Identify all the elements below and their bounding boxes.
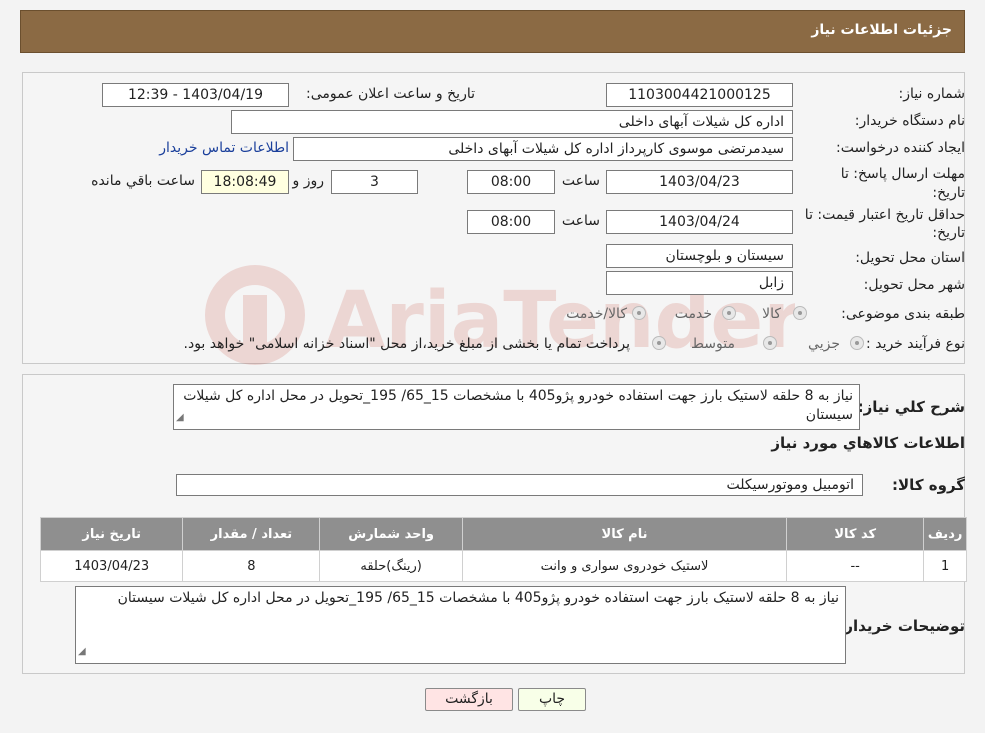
buyer-org-label: نام دستگاه خریدار: bbox=[854, 113, 965, 129]
deadline-date-field[interactable]: 1403/04/23 bbox=[606, 170, 793, 194]
category-option-goods-service: کالا/خدمت bbox=[566, 306, 627, 322]
need-number-field[interactable]: 1103004421000125 bbox=[606, 83, 793, 107]
cell-code: -- bbox=[786, 550, 925, 582]
price-valid-date-field[interactable]: 1403/04/24 bbox=[606, 210, 793, 234]
price-valid-time-field[interactable]: 08:00 bbox=[467, 210, 555, 234]
deadline-time-label: ساعت bbox=[561, 173, 600, 189]
deadline-label: مهلت ارسال پاسخ: تا bbox=[840, 166, 965, 182]
remaining-time-field: 18:08:49 bbox=[201, 170, 289, 194]
creator-field[interactable]: سیدمرتضی موسوی کارپرداز اداره کل شیلات آ… bbox=[293, 137, 793, 161]
category-option-service: خدمت bbox=[674, 306, 712, 322]
days-field[interactable]: 3 bbox=[331, 170, 418, 194]
category-radio-goods[interactable] bbox=[793, 306, 807, 320]
cell-quantity: 8 bbox=[182, 550, 321, 582]
category-radio-service[interactable] bbox=[722, 306, 736, 320]
buyer-notes-textarea[interactable]: نیاز به 8 حلقه لاستیک بارز جهت استفاده خ… bbox=[75, 586, 846, 664]
process-option-minor: جزیي bbox=[808, 336, 840, 352]
need-summary-label: شرح کلي نياز: bbox=[857, 398, 965, 416]
cell-unit: (رينگ)حلقه bbox=[319, 550, 463, 582]
buyer-contact-link[interactable]: اطلاعات تماس خریدار bbox=[159, 140, 289, 156]
col-date: تاریخ نیاز bbox=[39, 517, 184, 551]
payment-note: پرداخت تمام یا بخشی از مبلغ خرید،از محل … bbox=[183, 336, 630, 352]
need-summary-textarea[interactable]: نیاز به 8 حلقه لاستیک بارز جهت استفاده خ… bbox=[173, 384, 860, 430]
col-quantity: تعداد / مقدار bbox=[182, 517, 321, 551]
need-summary-text: نیاز به 8 حلقه لاستیک بارز جهت استفاده خ… bbox=[183, 388, 853, 423]
category-label: طبقه بندی موضوعی: bbox=[841, 306, 965, 322]
days-label: روز و bbox=[292, 173, 325, 189]
resize-grip-icon[interactable]: ◢ bbox=[176, 408, 184, 427]
process-radio-medium[interactable] bbox=[763, 336, 777, 350]
col-unit: واحد شمارش bbox=[319, 517, 463, 551]
page-title: جزئیات اطلاعات نیاز bbox=[811, 22, 952, 38]
city-field[interactable]: زابل bbox=[606, 271, 793, 295]
price-valid-label: حداقل تاریخ اعتبار قیمت: تا bbox=[804, 207, 965, 223]
col-code: کد کالا bbox=[786, 517, 925, 551]
price-valid-label-2: تاریخ: bbox=[932, 225, 965, 241]
items-table-header: رديف کد کالا نام کالا واحد شمارش تعداد /… bbox=[39, 517, 967, 551]
need-number-label: شماره نیاز: bbox=[898, 86, 966, 102]
province-field[interactable]: سیستان و بلوچستان bbox=[606, 244, 793, 268]
process-radio-minor[interactable] bbox=[850, 336, 864, 350]
deadline-label-2: تاریخ: bbox=[932, 185, 965, 201]
announce-label: تاریخ و ساعت اعلان عمومی: bbox=[306, 86, 475, 102]
col-row: رديف bbox=[923, 517, 967, 551]
buyer-org-field[interactable]: اداره کل شیلات آبهای داخلی bbox=[231, 110, 793, 134]
resize-grip-icon[interactable]: ◢ bbox=[78, 642, 86, 661]
items-info-title: اطلاعات کالاهاي مورد نياز bbox=[771, 434, 965, 452]
price-valid-time-label: ساعت bbox=[561, 213, 600, 229]
cell-row: 1 bbox=[923, 550, 967, 582]
process-option-medium: متوسط bbox=[691, 336, 735, 352]
announce-field[interactable]: 1403/04/19 - 12:39 bbox=[102, 83, 289, 107]
col-name: نام کالا bbox=[461, 517, 788, 551]
items-table: رديف کد کالا نام کالا واحد شمارش تعداد /… bbox=[39, 517, 967, 582]
creator-label: ایجاد کننده درخواست: bbox=[836, 140, 965, 156]
province-label: استان محل تحویل: bbox=[855, 250, 965, 266]
back-button[interactable]: بازگشت bbox=[425, 688, 513, 711]
buyer-notes-label: توضیحات خریدار: bbox=[838, 617, 965, 635]
buyer-notes-text: نیاز به 8 حلقه لاستیک بارز جهت استفاده خ… bbox=[117, 590, 839, 606]
cell-date: 1403/04/23 bbox=[39, 550, 184, 582]
table-row[interactable]: 1 -- لاستیک خودروی سواری و وانت (رينگ)حل… bbox=[39, 550, 967, 582]
category-radio-goods-service[interactable] bbox=[632, 306, 646, 320]
city-label: شهر محل تحویل: bbox=[863, 277, 965, 293]
print-button[interactable]: چاپ bbox=[518, 688, 586, 711]
page-header: جزئیات اطلاعات نیاز bbox=[20, 10, 965, 53]
deadline-time-field[interactable]: 08:00 bbox=[467, 170, 555, 194]
category-option-goods: کالا bbox=[762, 306, 781, 322]
goods-group-label: گروه کالا: bbox=[892, 476, 965, 494]
goods-group-field[interactable]: اتومبیل وموتورسیکلت bbox=[176, 474, 863, 496]
process-label: نوع فرآیند خرید : bbox=[866, 336, 965, 352]
cell-name: لاستیک خودروی سواری و وانت bbox=[461, 550, 788, 582]
treasury-checkbox[interactable] bbox=[652, 336, 666, 350]
remaining-label: ساعت باقي مانده bbox=[91, 173, 195, 189]
